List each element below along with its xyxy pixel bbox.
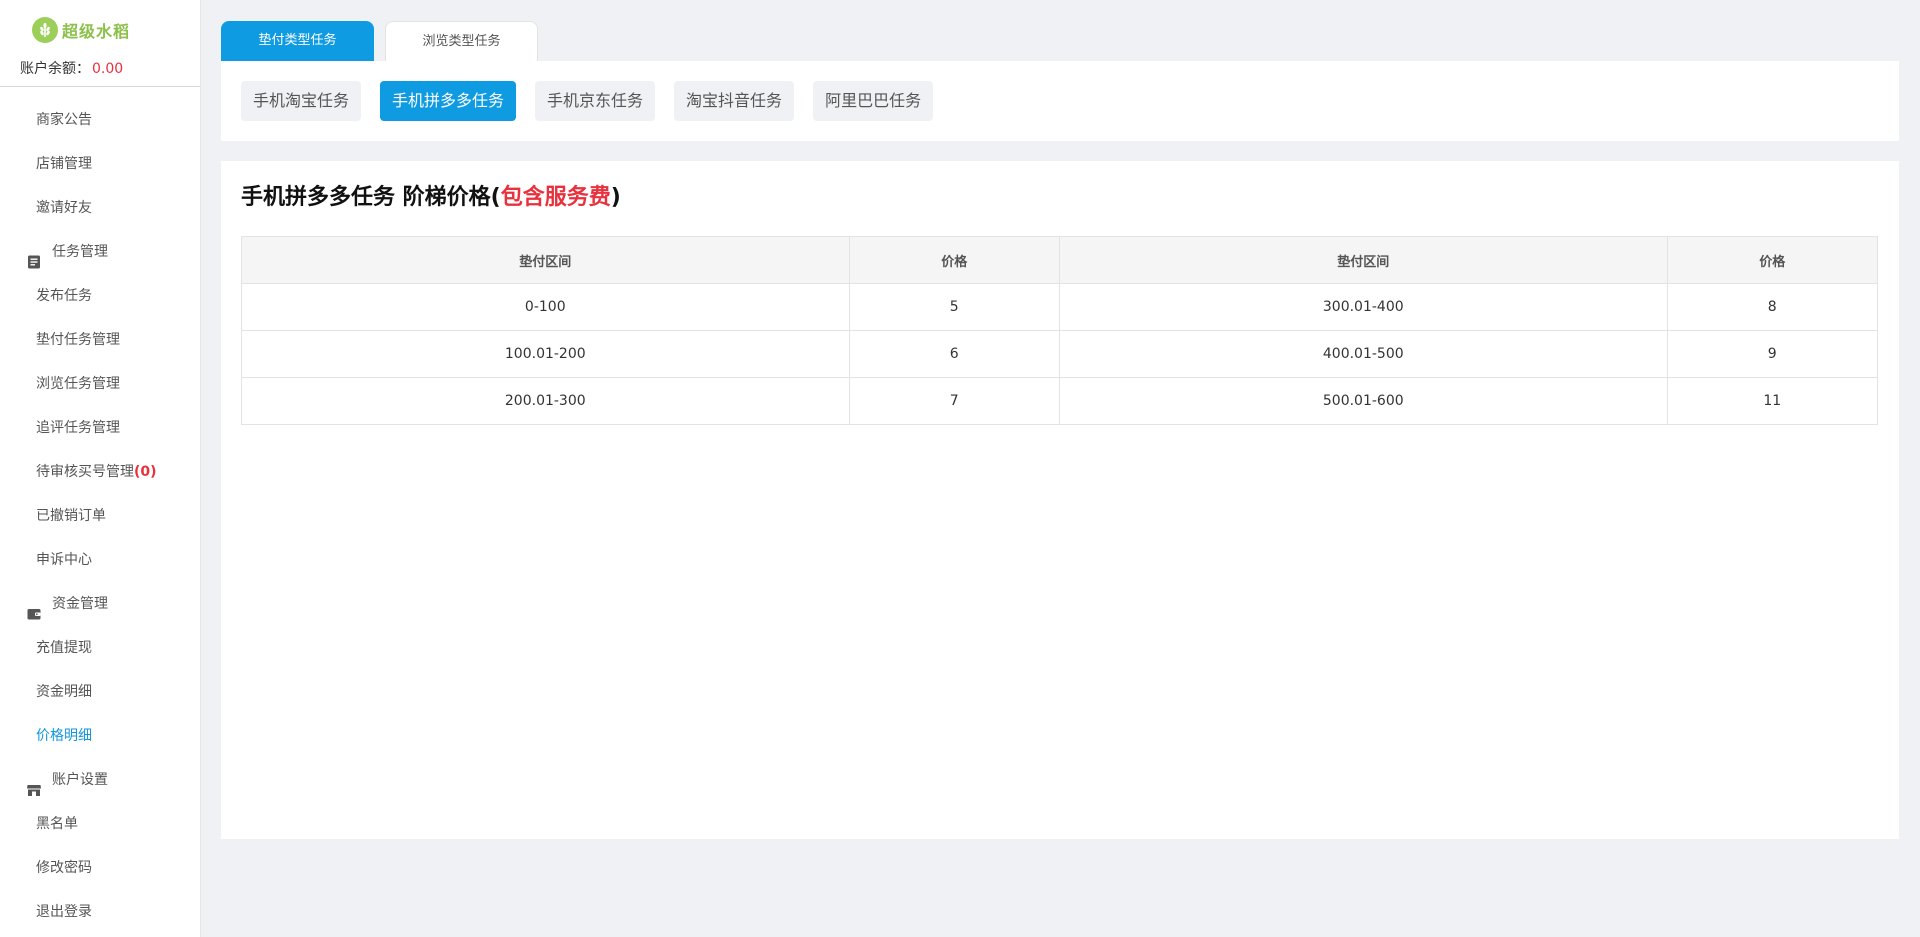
rice-icon (32, 17, 58, 43)
sidebar-group-label: 账户设置 (52, 772, 108, 788)
table-cell: 200.01-300 (241, 377, 850, 425)
balance-label: 账户余额： (20, 61, 90, 77)
sidebar-item-store-management[interactable]: 店铺管理 (0, 142, 200, 186)
brand-logo[interactable]: 超级水稻 (32, 16, 130, 44)
sidebar: 超级水稻 账户余额： 0.00 商家公告 店铺管理 邀请好友 任务管理 发布任务 … (0, 0, 201, 937)
sidebar-item-invite-friends[interactable]: 邀请好友 (0, 186, 200, 230)
tab-mobile-pinduoduo[interactable]: 手机拼多多任务 (380, 81, 517, 121)
sidebar-group-task-management[interactable]: 任务管理 (0, 230, 200, 274)
sidebar-menu: 商家公告 店铺管理 邀请好友 任务管理 发布任务 垫付任务管理 浏览任务管理 追… (0, 98, 200, 934)
sidebar-item-advance-task-management[interactable]: 垫付任务管理 (0, 318, 200, 362)
sidebar-item-announcements[interactable]: 商家公告 (0, 98, 200, 142)
platform-tabs: 手机淘宝任务 手机拼多多任务 手机京东任务 淘宝抖音任务 阿里巴巴任务 (241, 81, 952, 121)
table-cell: 500.01-600 (1058, 377, 1668, 425)
table-cell: 6 (848, 330, 1060, 378)
table-cell: 7 (848, 377, 1060, 425)
task-type-tabs: 垫付类型任务 浏览类型任务 (221, 21, 549, 61)
page-title-open-paren: ( (490, 185, 501, 210)
tab-advance-payment-tasks[interactable]: 垫付类型任务 (221, 21, 374, 61)
table-cell: 0-100 (241, 283, 850, 331)
sidebar-group-label: 资金管理 (52, 596, 108, 612)
sidebar-item-price-details[interactable]: 价格明细 (0, 714, 200, 758)
column-header: 垫付区间 (241, 236, 850, 284)
table-cell: 8 (1666, 283, 1879, 331)
storefront-icon (26, 772, 42, 796)
table-cell: 11 (1666, 377, 1879, 425)
tab-browse-tasks[interactable]: 浏览类型任务 (385, 21, 538, 61)
sidebar-item-label: 待审核买号管理 (36, 464, 134, 480)
account-balance: 账户余额： 0.00 (20, 58, 123, 78)
sidebar-item-appeal-center[interactable]: 申诉中心 (0, 538, 200, 582)
column-header: 价格 (1666, 236, 1879, 284)
balance-value: 0.00 (92, 61, 124, 77)
sidebar-item-logout[interactable]: 退出登录 (0, 890, 200, 934)
wallet-icon (26, 596, 42, 620)
sidebar-item-recharge-withdraw[interactable]: 充值提现 (0, 626, 200, 670)
table-cell: 9 (1666, 330, 1879, 378)
sidebar-item-browse-task-management[interactable]: 浏览任务管理 (0, 362, 200, 406)
sidebar-item-followup-review-management[interactable]: 追评任务管理 (0, 406, 200, 450)
table-cell: 400.01-500 (1058, 330, 1668, 378)
table-header-row: 垫付区间 价格 垫付区间 价格 (241, 236, 1879, 284)
table-row: 100.01-200 6 400.01-500 9 (241, 330, 1879, 378)
sidebar-item-cancelled-orders[interactable]: 已撤销订单 (0, 494, 200, 538)
sidebar-divider (0, 86, 200, 87)
column-header: 垫付区间 (1058, 236, 1668, 284)
brand-name: 超级水稻 (62, 22, 131, 41)
sidebar-item-change-password[interactable]: 修改密码 (0, 846, 200, 890)
sidebar-group-fund-management[interactable]: 资金管理 (0, 582, 200, 626)
pending-count-badge: (0) (134, 464, 157, 480)
table-cell: 300.01-400 (1058, 283, 1668, 331)
table-row: 0-100 5 300.01-400 8 (241, 283, 1879, 331)
tab-mobile-jd[interactable]: 手机京东任务 (535, 81, 656, 121)
table-cell: 100.01-200 (241, 330, 850, 378)
sidebar-item-blacklist[interactable]: 黑名单 (0, 802, 200, 846)
document-list-icon (26, 244, 42, 269)
sidebar-item-fund-details[interactable]: 资金明细 (0, 670, 200, 714)
sidebar-group-label: 任务管理 (52, 244, 108, 260)
sidebar-item-publish-task[interactable]: 发布任务 (0, 274, 200, 318)
sidebar-group-account-settings[interactable]: 账户设置 (0, 758, 200, 802)
tab-alibaba[interactable]: 阿里巴巴任务 (813, 81, 934, 121)
page-title-highlight: 包含服务费 (500, 185, 611, 210)
price-content-panel: 手机拼多多任务 阶梯价格(包含服务费) 垫付区间 价格 垫付区间 价格 0-10… (221, 161, 1899, 839)
sidebar-item-pending-buyer-accounts[interactable]: 待审核买号管理(0) (0, 450, 200, 494)
platform-tab-panel: 手机淘宝任务 手机拼多多任务 手机京东任务 淘宝抖音任务 阿里巴巴任务 (221, 61, 1899, 141)
tab-mobile-taobao[interactable]: 手机淘宝任务 (241, 81, 362, 121)
tab-taobao-douyin[interactable]: 淘宝抖音任务 (674, 81, 795, 121)
page-title-main: 手机拼多多任务 阶梯价格 (241, 185, 491, 210)
column-header: 价格 (848, 236, 1060, 284)
page-title-close-paren: ) (610, 185, 621, 210)
table-cell: 5 (848, 283, 1060, 331)
page-title: 手机拼多多任务 阶梯价格(包含服务费) (241, 179, 621, 211)
tiered-price-table: 垫付区间 价格 垫付区间 价格 0-100 5 300.01-400 8 100… (241, 236, 1879, 425)
table-row: 200.01-300 7 500.01-600 11 (241, 377, 1879, 425)
